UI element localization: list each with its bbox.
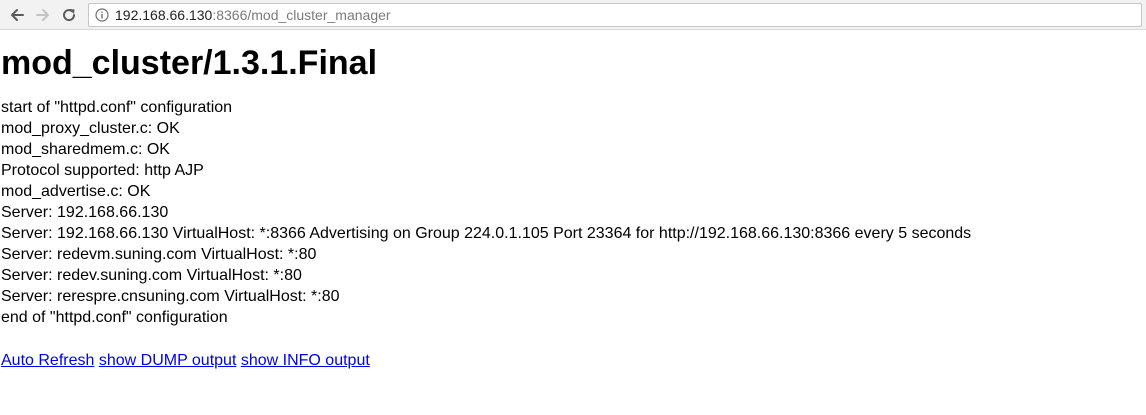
action-links: Auto Refresh show DUMP output show INFO … [1, 350, 1146, 371]
config-listing: start of "httpd.conf" configuration mod_… [1, 97, 1146, 328]
url-host: 192.168.66.130 [115, 6, 213, 23]
reload-button[interactable] [56, 2, 82, 28]
show-info-output-link[interactable]: show INFO output [241, 352, 370, 369]
page-title: mod_cluster/1.3.1.Final [1, 44, 378, 82]
back-arrow-icon [8, 6, 26, 24]
config-line: mod_advertise.c: OK [1, 183, 151, 200]
config-line: Server: rerespre.cnsuning.com VirtualHos… [1, 288, 340, 305]
config-line: Server: redev.suning.com VirtualHost: *:… [1, 267, 302, 284]
forward-button[interactable] [30, 2, 56, 28]
reload-icon [60, 6, 78, 24]
address-bar[interactable]: 192.168.66.130:8366/mod_cluster_manager [88, 2, 1142, 27]
page-content: mod_cluster/1.3.1.Final start of "httpd.… [0, 43, 1146, 371]
config-line: mod_proxy_cluster.c: OK [1, 120, 180, 137]
config-line: Protocol supported: http AJP [1, 162, 204, 179]
config-line: Server: redevm.suning.com VirtualHost: *… [1, 246, 317, 263]
auto-refresh-link[interactable]: Auto Refresh [1, 352, 94, 369]
config-line: end of "httpd.conf" configuration [1, 309, 228, 326]
show-dump-output-link[interactable]: show DUMP output [99, 352, 237, 369]
config-line: Server: 192.168.66.130 VirtualHost: *:83… [1, 225, 972, 242]
browser-toolbar: 192.168.66.130:8366/mod_cluster_manager [0, 0, 1146, 30]
config-line: Server: 192.168.66.130 [1, 204, 169, 221]
url-path: :8366/mod_cluster_manager [212, 6, 391, 23]
back-button[interactable] [4, 2, 30, 28]
config-line: mod_sharedmem.c: OK [1, 141, 170, 158]
config-line: start of "httpd.conf" configuration [1, 99, 233, 116]
info-icon[interactable] [95, 7, 109, 22]
forward-arrow-icon [34, 6, 52, 24]
